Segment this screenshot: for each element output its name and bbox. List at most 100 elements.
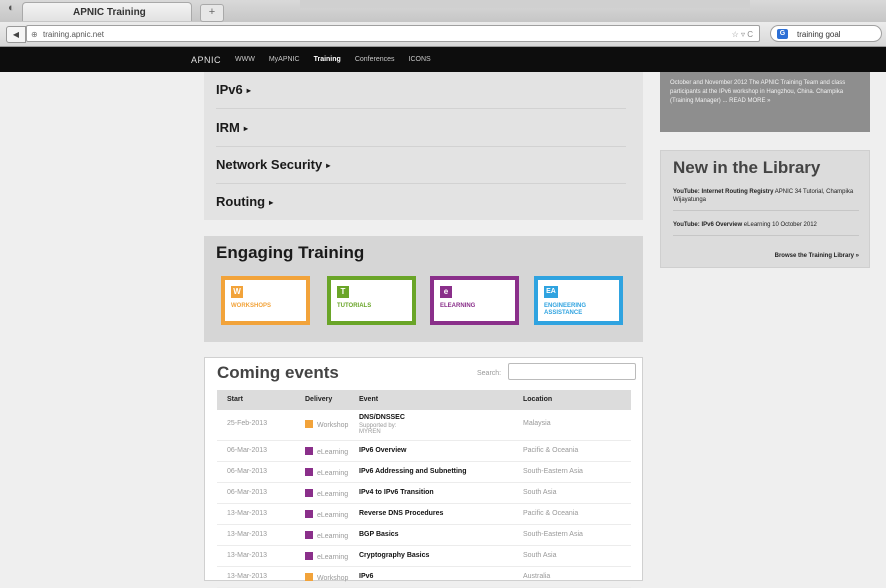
event-delivery-label: eLearning bbox=[317, 533, 349, 540]
table-row[interactable]: 13-Mar-2013 eLearning Cryptography Basics S… bbox=[217, 545, 631, 567]
event-name[interactable]: DNS/DNSSEC Supported by: MYREN bbox=[359, 414, 405, 435]
site-nav: APNIC WWW MyAPNIC Training Conferences I… bbox=[191, 47, 445, 72]
nav-www[interactable]: WWW bbox=[235, 56, 255, 63]
event-location: Pacific & Oceania bbox=[523, 510, 579, 517]
tutorials-tile[interactable]: T TUTORIALS bbox=[327, 276, 416, 325]
workshops-icon: W bbox=[231, 286, 243, 298]
arrow-right-icon: ▸ bbox=[269, 198, 274, 207]
nav-conferences[interactable]: Conferences bbox=[355, 56, 395, 63]
table-row[interactable]: 25-Feb-2013 Workshop DNS/DNSSEC Supported b… bbox=[217, 410, 631, 441]
topic-ipv6[interactable]: IPv6 ▸ bbox=[216, 72, 626, 109]
library-item[interactable]: YouTube: IPv6 Overview eLearning 10 Octo… bbox=[673, 221, 859, 236]
topic-label: Network Security bbox=[216, 157, 323, 172]
event-delivery: Workshop bbox=[305, 420, 348, 429]
events-search-label: Search: bbox=[477, 370, 502, 377]
browser-tab[interactable]: APNIC Training bbox=[22, 2, 192, 21]
arrow-right-icon: ▸ bbox=[246, 86, 251, 95]
topic-label: Routing bbox=[216, 194, 266, 209]
event-title: Reverse DNS Procedures bbox=[359, 510, 444, 517]
library-item[interactable]: YouTube: Internet Routing Registry APNIC… bbox=[673, 188, 859, 211]
event-delivery-label: eLearning bbox=[317, 512, 349, 519]
event-location: South Asia bbox=[523, 489, 557, 496]
nav-training[interactable]: Training bbox=[314, 56, 341, 63]
elearning-tile[interactable]: e ELEARNING bbox=[430, 276, 519, 325]
new-tab-button[interactable]: + bbox=[200, 4, 224, 22]
col-location[interactable]: Location bbox=[523, 396, 552, 403]
nav-myapnic[interactable]: MyAPNIC bbox=[269, 56, 300, 63]
browse-library-link[interactable]: Browse the Training Library » bbox=[775, 253, 859, 259]
news-box[interactable]: October and November 2012 The APNIC Trai… bbox=[660, 72, 870, 132]
event-title: BGP Basics bbox=[359, 531, 399, 538]
event-name[interactable]: Cryptography Basics bbox=[359, 552, 429, 559]
back-button[interactable]: ◀ bbox=[6, 26, 26, 43]
topic-network-security[interactable]: Network Security ▸ bbox=[216, 147, 626, 184]
event-name[interactable]: IPv6 bbox=[359, 573, 373, 580]
topic-label: IPv6 bbox=[216, 82, 243, 97]
table-row[interactable]: 13-Mar-2013 Workshop IPv6 Australia bbox=[217, 566, 631, 588]
table-row[interactable]: 06-Mar-2013 eLearning IPv6 Overview Pacific… bbox=[217, 440, 631, 462]
delivery-icon bbox=[305, 447, 313, 455]
col-start[interactable]: Start bbox=[227, 396, 243, 403]
search-engine-icon[interactable]: G bbox=[777, 29, 788, 39]
event-title: Cryptography Basics bbox=[359, 552, 430, 559]
delivery-icon bbox=[305, 468, 313, 476]
browser-tab-bar: ◐ APNIC Training + bbox=[0, 0, 886, 23]
tile-label: TUTORIALS bbox=[337, 303, 372, 309]
delivery-icon bbox=[305, 510, 313, 518]
tab-title: APNIC Training bbox=[73, 7, 146, 18]
engaging-training-title: Engaging Training bbox=[216, 243, 365, 262]
event-name[interactable]: IPv4 to IPv6 Transition bbox=[359, 489, 434, 496]
nav-icons[interactable]: ICONS bbox=[409, 56, 431, 63]
event-delivery-label: eLearning bbox=[317, 554, 349, 561]
tile-label: ELEARNING bbox=[440, 303, 476, 309]
browser-nav-bar: ◀ ⊕ training.apnic.net ☆ ▿ C G training … bbox=[0, 22, 886, 47]
engineering-assistance-tile[interactable]: EA ENGINEERING ASSISTANCE bbox=[534, 276, 623, 325]
url-bar-icons[interactable]: ☆ ▿ C bbox=[732, 26, 753, 43]
table-row[interactable]: 13-Mar-2013 eLearning BGP Basics South-East… bbox=[217, 524, 631, 546]
topic-irm[interactable]: IRM ▸ bbox=[216, 110, 626, 147]
event-location: Pacific & Oceania bbox=[523, 447, 579, 454]
event-start: 06-Mar-2013 bbox=[227, 447, 268, 454]
event-start: 06-Mar-2013 bbox=[227, 489, 268, 496]
table-row[interactable]: 06-Mar-2013 eLearning IPv6 Addressing and … bbox=[217, 461, 631, 483]
arrow-right-icon: ▸ bbox=[243, 124, 248, 133]
tutorials-icon: T bbox=[337, 286, 349, 298]
col-event[interactable]: Event bbox=[359, 396, 378, 403]
event-delivery-label: eLearning bbox=[317, 449, 349, 456]
url-text: training.apnic.net bbox=[43, 30, 104, 39]
news-text: October and November 2012 The APNIC Trai… bbox=[670, 80, 846, 104]
address-bar[interactable]: ⊕ training.apnic.net ☆ ▿ C bbox=[26, 25, 760, 42]
event-location: South-Eastern Asia bbox=[523, 468, 583, 475]
tile-label: ENGINEERING ASSISTANCE bbox=[544, 303, 587, 316]
event-start: 13-Mar-2013 bbox=[227, 573, 268, 580]
event-start: 25-Feb-2013 bbox=[227, 420, 268, 427]
topic-label: IRM bbox=[216, 120, 240, 135]
event-subtitle: Supported by: MYREN bbox=[359, 423, 397, 435]
col-delivery[interactable]: Delivery bbox=[305, 396, 332, 403]
engineering-assistance-icon: EA bbox=[544, 286, 558, 298]
event-location: South-Eastern Asia bbox=[523, 531, 583, 538]
workshops-tile[interactable]: W WORKSHOPS bbox=[221, 276, 310, 325]
topic-routing[interactable]: Routing ▸ bbox=[216, 184, 626, 220]
events-table-header: Start Delivery Event Location bbox=[217, 390, 631, 410]
event-name[interactable]: IPv6 Overview bbox=[359, 447, 406, 454]
delivery-icon bbox=[305, 420, 313, 428]
apnic-logo[interactable]: APNIC bbox=[191, 55, 221, 65]
delivery-icon bbox=[305, 573, 313, 581]
event-name[interactable]: Reverse DNS Procedures bbox=[359, 510, 443, 517]
window-icon: ◐ bbox=[8, 2, 15, 14]
event-name[interactable]: BGP Basics bbox=[359, 531, 399, 538]
event-title: IPv6 Overview bbox=[359, 447, 407, 454]
engaging-training-panel: Engaging Training W WORKSHOPS T TUTORIAL… bbox=[204, 236, 643, 342]
globe-icon: ⊕ bbox=[31, 30, 38, 39]
site-top-bar: APNIC WWW MyAPNIC Training Conferences I… bbox=[0, 47, 886, 72]
event-name[interactable]: IPv6 Addressing and Subnetting bbox=[359, 468, 466, 475]
table-row[interactable]: 13-Mar-2013 eLearning Reverse DNS Procedur… bbox=[217, 503, 631, 525]
library-item-title: YouTube: IPv6 Overview bbox=[673, 222, 743, 228]
event-delivery-label: eLearning bbox=[317, 470, 349, 477]
browser-search-box[interactable]: G training goal bbox=[770, 25, 882, 42]
event-title: IPv4 to IPv6 Transition bbox=[359, 489, 434, 496]
event-delivery: eLearning bbox=[305, 447, 348, 456]
events-search-input[interactable] bbox=[508, 363, 636, 380]
table-row[interactable]: 06-Mar-2013 eLearning IPv4 to IPv6 Transit… bbox=[217, 482, 631, 504]
